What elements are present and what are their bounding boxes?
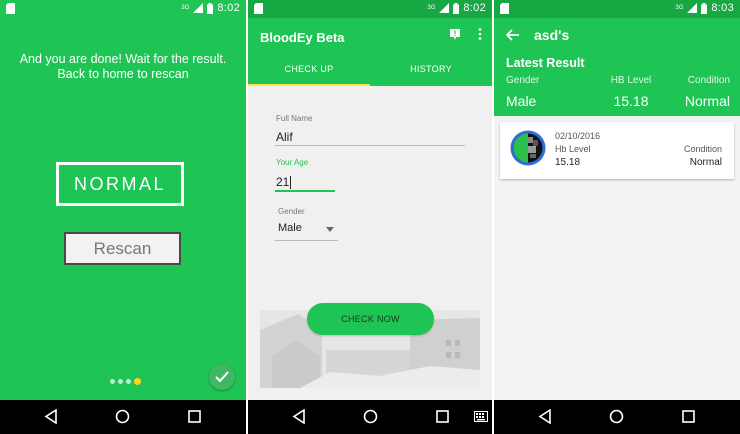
page-dot — [126, 379, 131, 384]
screen-checkup: 3G 8:02 BloodEy Beta CHECK UP HISTORY Fu… — [248, 0, 492, 434]
gender-value: Male — [278, 222, 302, 234]
screen-result-done: 3G 8:02 And you are done! Wait for the r… — [0, 0, 246, 434]
hb-value: 15.18 — [613, 93, 649, 109]
app-bar: asd's Latest Result Gender HB Level Cond… — [494, 18, 740, 116]
age-underline — [275, 190, 335, 192]
avatar — [510, 130, 546, 166]
check-now-button[interactable]: CHECK NOW — [307, 303, 434, 335]
signal-icon — [687, 3, 698, 13]
battery-icon — [207, 2, 214, 14]
rescan-button[interactable]: Rescan — [64, 232, 181, 265]
full-name-label: Full Name — [276, 114, 313, 123]
condition-header: Condition — [687, 75, 730, 86]
gender-underline — [275, 240, 338, 241]
done-check-button[interactable] — [209, 364, 235, 390]
hb-header: HB Level — [610, 75, 652, 86]
text-cursor — [290, 176, 292, 190]
recents-nav-icon[interactable] — [682, 410, 695, 423]
tab-history[interactable]: HISTORY — [370, 54, 492, 86]
nav-bar — [248, 400, 492, 434]
history-hb-label: Hb Level — [555, 144, 591, 154]
history-date: 02/10/2016 — [555, 131, 601, 141]
age-value: 21 — [276, 175, 290, 189]
full-name-underline — [275, 145, 465, 146]
battery-icon — [453, 2, 460, 14]
overflow-menu-icon[interactable] — [478, 28, 482, 40]
nav-bar — [0, 400, 246, 434]
back-nav-icon[interactable] — [538, 409, 552, 424]
network-icon: 3G — [181, 5, 190, 11]
keyboard-icon[interactable] — [474, 411, 488, 422]
gender-select[interactable]: Male — [276, 220, 338, 240]
history-card[interactable]: 02/10/2016 Hb Level 15.18 Condition Norm… — [500, 122, 734, 179]
sim-icon — [6, 3, 15, 14]
back-nav-icon[interactable] — [44, 409, 58, 424]
gender-label: Gender — [278, 207, 305, 216]
gender-value: Male — [506, 93, 537, 109]
clock: 8:03 — [711, 2, 734, 14]
history-condition-value: Normal — [689, 157, 722, 168]
check-icon — [215, 371, 229, 383]
back-arrow-icon[interactable] — [506, 29, 520, 41]
clock: 8:02 — [217, 2, 240, 14]
status-bar: 3G 8:03 — [494, 0, 740, 18]
home-nav-icon[interactable] — [609, 409, 624, 424]
clock: 8:02 — [463, 2, 486, 14]
nav-bar — [494, 400, 740, 434]
screen-user-history: 3G 8:03 asd's Latest Result Gender HB Le… — [494, 0, 740, 434]
result-status-box: NORMAL — [56, 162, 184, 206]
age-label: Your Age — [276, 158, 309, 167]
dropdown-arrow-icon — [326, 227, 334, 232]
tab-check-up[interactable]: CHECK UP — [248, 54, 370, 86]
status-bar: 3G 8:02 — [248, 0, 492, 18]
network-icon: 3G — [675, 5, 684, 11]
tab-bar: CHECK UP HISTORY — [248, 54, 492, 86]
network-icon: 3G — [427, 5, 436, 11]
signal-icon — [193, 3, 204, 13]
app-title: BloodEy Beta — [260, 30, 345, 45]
latest-result-heading: Latest Result — [506, 56, 585, 70]
sim-icon — [254, 3, 263, 14]
battery-icon — [701, 2, 708, 14]
back-nav-icon[interactable] — [292, 409, 306, 424]
info-icon[interactable] — [450, 28, 460, 40]
page-dot — [118, 379, 123, 384]
signal-icon — [439, 3, 450, 13]
page-dot — [110, 379, 115, 384]
user-title: asd's — [534, 27, 570, 43]
page-dot-active — [134, 378, 141, 385]
home-nav-icon[interactable] — [115, 409, 130, 424]
recents-nav-icon[interactable] — [188, 410, 201, 423]
recents-nav-icon[interactable] — [436, 410, 449, 423]
history-hb-value: 15.18 — [555, 157, 581, 168]
sim-icon — [500, 3, 509, 14]
app-bar: BloodEy Beta CHECK UP HISTORY — [248, 18, 492, 86]
history-condition-label: Condition — [683, 144, 722, 154]
full-name-input[interactable]: Alif — [276, 130, 293, 144]
page-indicator — [110, 378, 141, 385]
condition-value: Normal — [684, 93, 730, 109]
status-bar: 3G 8:02 — [0, 0, 246, 18]
age-input[interactable]: 21 — [276, 175, 292, 190]
home-nav-icon[interactable] — [363, 409, 378, 424]
gender-header: Gender — [506, 75, 540, 86]
done-message: And you are done! Wait for the result. B… — [19, 52, 227, 81]
